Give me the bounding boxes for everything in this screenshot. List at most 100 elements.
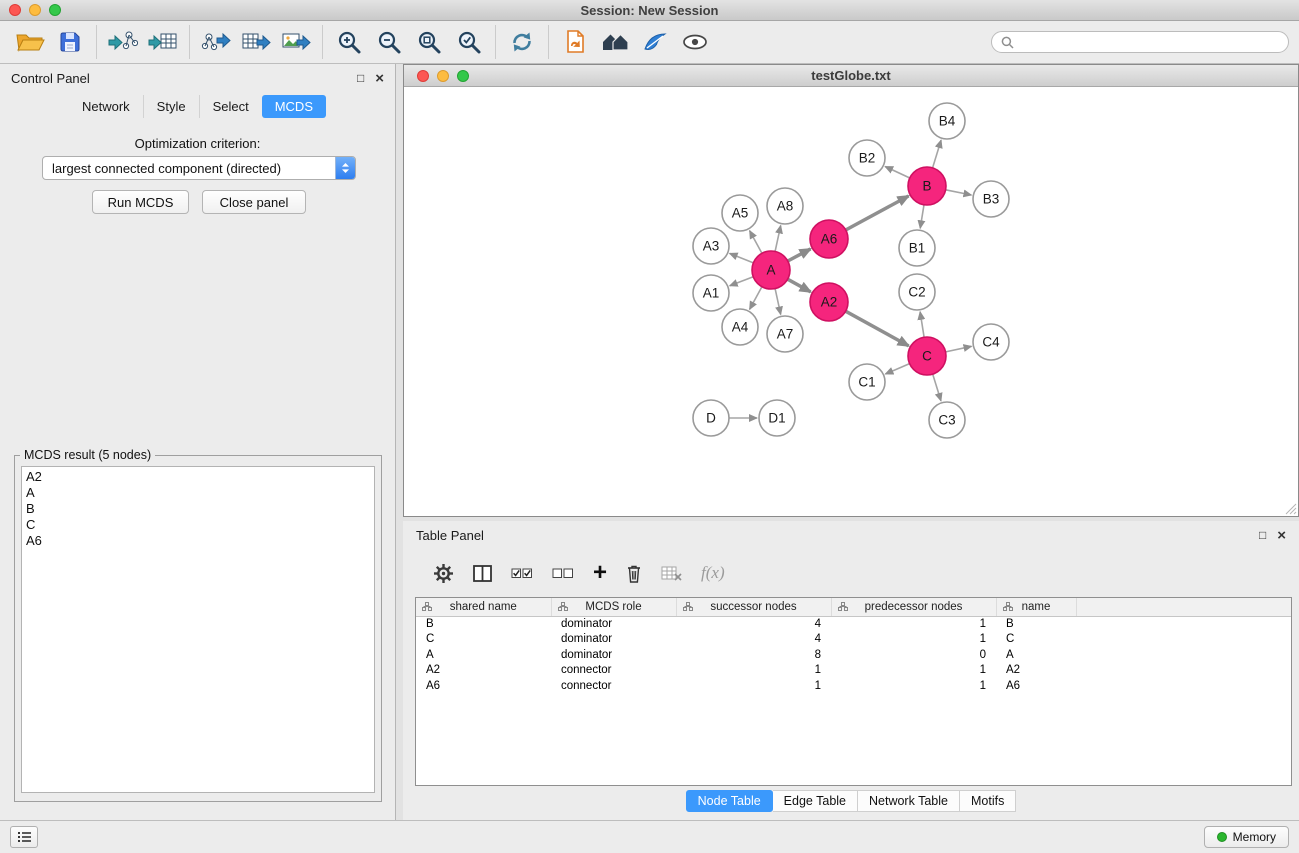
table-row[interactable]: A6connector11A6: [416, 679, 1291, 695]
network-edge-A-A5[interactable]: [750, 231, 762, 254]
export-table-button[interactable]: [236, 24, 276, 60]
export-network-button[interactable]: [196, 24, 236, 60]
zoom-fit-button[interactable]: [409, 24, 449, 60]
tab-edge-table[interactable]: Edge Table: [773, 790, 858, 812]
tab-select[interactable]: Select: [199, 95, 262, 118]
column-header[interactable]: shared name: [416, 598, 551, 616]
snapshot-button[interactable]: [555, 24, 595, 60]
optimization-criterion-select[interactable]: largest connected component (directed): [42, 156, 356, 180]
global-search[interactable]: [991, 31, 1289, 53]
delete-column-button[interactable]: [626, 564, 642, 583]
network-node-B2[interactable]: B2: [849, 140, 885, 176]
memory-button[interactable]: Memory: [1204, 826, 1289, 848]
run-mcds-button[interactable]: Run MCDS: [92, 190, 189, 214]
network-node-B4[interactable]: B4: [929, 103, 965, 139]
network-node-C2[interactable]: C2: [899, 274, 935, 310]
table-row[interactable]: Adominator80A: [416, 648, 1291, 664]
network-node-A4[interactable]: A4: [722, 309, 758, 345]
zoom-window-button[interactable]: [49, 4, 61, 16]
table-settings-button[interactable]: [433, 563, 454, 584]
refresh-button[interactable]: [502, 24, 542, 60]
network-overview-button[interactable]: [595, 24, 635, 60]
column-header[interactable]: predecessor nodes: [831, 598, 996, 616]
network-zoom-button[interactable]: [457, 70, 469, 82]
table-row[interactable]: Bdominator41B: [416, 616, 1291, 632]
network-canvas[interactable]: B4B2BB3A5A8A6B1A3AC2A1A2A4A7C4CC1C3DD1: [404, 87, 1298, 516]
network-edge-C-C2[interactable]: [920, 312, 924, 337]
network-edge-A6-B[interactable]: [846, 196, 909, 230]
network-edge-B-B4[interactable]: [933, 140, 942, 168]
deselect-all-button[interactable]: [552, 567, 574, 580]
add-column-button[interactable]: +: [593, 561, 607, 585]
network-edge-C-C3[interactable]: [933, 374, 941, 401]
import-table-button[interactable]: [143, 24, 183, 60]
search-input[interactable]: [1020, 35, 1279, 50]
network-edge-A-A1[interactable]: [730, 277, 754, 286]
mcds-result-item[interactable]: A: [26, 485, 370, 501]
network-node-C1[interactable]: C1: [849, 364, 885, 400]
network-edge-A2-C[interactable]: [846, 311, 909, 346]
tab-node-table[interactable]: Node Table: [686, 790, 773, 812]
function-builder-button[interactable]: f(x): [701, 563, 725, 583]
network-edge-B-B2[interactable]: [885, 167, 910, 179]
minimize-window-button[interactable]: [29, 4, 41, 16]
network-edge-A-A2[interactable]: [788, 279, 811, 292]
mcds-result-item[interactable]: B: [26, 501, 370, 517]
mcds-result-item[interactable]: C: [26, 517, 370, 533]
tab-motifs[interactable]: Motifs: [960, 790, 1016, 812]
column-header[interactable]: successor nodes: [676, 598, 831, 616]
tab-network-table[interactable]: Network Table: [858, 790, 960, 812]
mcds-result-item[interactable]: A6: [26, 533, 370, 549]
network-node-A5[interactable]: A5: [722, 195, 758, 231]
network-node-A[interactable]: A: [752, 251, 790, 289]
network-node-C3[interactable]: C3: [929, 402, 965, 438]
network-node-A2[interactable]: A2: [810, 283, 848, 321]
network-node-D1[interactable]: D1: [759, 400, 795, 436]
zoom-in-button[interactable]: [329, 24, 369, 60]
network-edge-B-B3[interactable]: [946, 190, 972, 195]
close-window-button[interactable]: [9, 4, 21, 16]
network-node-D[interactable]: D: [693, 400, 729, 436]
annotation-button[interactable]: [635, 24, 675, 60]
network-edge-C-C1[interactable]: [885, 364, 909, 374]
tab-style[interactable]: Style: [143, 95, 199, 118]
network-node-B[interactable]: B: [908, 167, 946, 205]
network-minimize-button[interactable]: [437, 70, 449, 82]
close-panel-button[interactable]: ×: [375, 71, 384, 86]
select-all-button[interactable]: [511, 567, 533, 580]
zoom-selected-button[interactable]: [449, 24, 489, 60]
export-image-button[interactable]: [276, 24, 316, 60]
column-header[interactable]: name: [996, 598, 1076, 616]
network-node-A7[interactable]: A7: [767, 316, 803, 352]
column-header[interactable]: MCDS role: [551, 598, 676, 616]
open-session-button[interactable]: [10, 24, 50, 60]
network-edge-A-A7[interactable]: [775, 289, 781, 315]
network-node-A8[interactable]: A8: [767, 188, 803, 224]
resize-grip[interactable]: [1285, 503, 1297, 515]
table-row[interactable]: Cdominator41C: [416, 632, 1291, 648]
network-edge-A-A4[interactable]: [750, 287, 762, 310]
mcds-result-list[interactable]: A2ABCA6: [21, 466, 375, 793]
import-network-button[interactable]: [103, 24, 143, 60]
show-columns-button[interactable]: [473, 565, 492, 582]
float-panel-button[interactable]: □: [357, 72, 364, 84]
close-table-panel-button[interactable]: ×: [1277, 528, 1286, 543]
network-node-B3[interactable]: B3: [973, 181, 1009, 217]
network-close-button[interactable]: [417, 70, 429, 82]
network-node-A6[interactable]: A6: [810, 220, 848, 258]
show-hide-button[interactable]: [675, 24, 715, 60]
close-panel-action-button[interactable]: Close panel: [202, 190, 306, 214]
float-table-panel-button[interactable]: □: [1259, 529, 1266, 541]
mcds-result-item[interactable]: A2: [26, 469, 370, 485]
delete-table-button[interactable]: [661, 566, 682, 581]
tab-network[interactable]: Network: [69, 95, 143, 118]
network-edge-A-A3[interactable]: [730, 253, 754, 263]
network-node-C4[interactable]: C4: [973, 324, 1009, 360]
network-node-A3[interactable]: A3: [693, 228, 729, 264]
network-edge-C-C4[interactable]: [946, 346, 972, 352]
tab-mcds[interactable]: MCDS: [262, 95, 326, 118]
network-node-B1[interactable]: B1: [899, 230, 935, 266]
table-row[interactable]: A2connector11A2: [416, 663, 1291, 679]
zoom-out-button[interactable]: [369, 24, 409, 60]
task-history-button[interactable]: [10, 826, 38, 848]
